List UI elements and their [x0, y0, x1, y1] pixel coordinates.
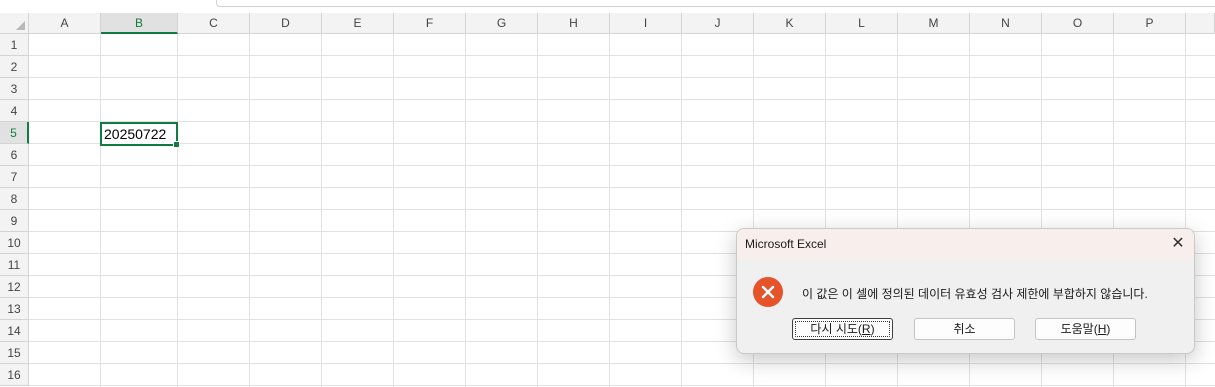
- gridline-vertical: [681, 34, 682, 387]
- row-header-15[interactable]: 15: [0, 342, 29, 364]
- row-header-5[interactable]: 5: [0, 122, 29, 144]
- row-header-14[interactable]: 14: [0, 320, 29, 342]
- cancel-label: 취소: [953, 322, 976, 336]
- close-icon[interactable]: ✕: [1162, 229, 1194, 259]
- select-all-triangle-icon: [16, 21, 25, 30]
- help-label: 도움말(: [1060, 322, 1098, 336]
- gridline-horizontal: [29, 99, 1215, 100]
- column-header-overflow[interactable]: [1186, 13, 1215, 34]
- column-header-e[interactable]: E: [322, 13, 394, 34]
- retry-suffix: ): [870, 322, 875, 336]
- dialog-message: 이 값은 이 셀에 정의된 데이터 유효성 검사 제한에 부합하지 않습니다.: [802, 287, 1148, 301]
- active-cell-b5[interactable]: 20250722: [100, 122, 180, 148]
- row-header-1[interactable]: 1: [0, 34, 29, 56]
- fill-handle[interactable]: [173, 141, 180, 148]
- column-header-d[interactable]: D: [250, 13, 322, 34]
- column-header-h[interactable]: H: [538, 13, 610, 34]
- row-header-4[interactable]: 4: [0, 100, 29, 122]
- column-header-o[interactable]: O: [1042, 13, 1114, 34]
- column-header-b[interactable]: B: [101, 13, 178, 34]
- formula-bar-edge[interactable]: [216, 0, 1215, 7]
- help-button[interactable]: 도움말(H): [1035, 318, 1136, 340]
- column-header-g[interactable]: G: [466, 13, 538, 34]
- row-header-8[interactable]: 8: [0, 188, 29, 210]
- column-header-c[interactable]: C: [178, 13, 250, 34]
- row-header-11[interactable]: 11: [0, 254, 29, 276]
- row-header-2[interactable]: 2: [0, 56, 29, 78]
- row-header-12[interactable]: 12: [0, 276, 29, 298]
- row-header-9[interactable]: 9: [0, 210, 29, 232]
- gridline-vertical: [177, 34, 178, 387]
- gridline-horizontal: [29, 143, 1215, 144]
- column-header-k[interactable]: K: [754, 13, 826, 34]
- gridline-vertical: [537, 34, 538, 387]
- gridline-horizontal: [29, 385, 1215, 386]
- select-all-corner[interactable]: [0, 13, 29, 34]
- column-header-a[interactable]: A: [29, 13, 101, 34]
- error-dialog: Microsoft Excel ✕ 이 값은 이 셀에 정의된 데이터 유효성 …: [736, 228, 1195, 354]
- gridline-horizontal: [29, 77, 1215, 78]
- gridline-vertical: [100, 34, 101, 387]
- gridline-vertical: [465, 34, 466, 387]
- column-header-n[interactable]: N: [970, 13, 1042, 34]
- column-header-l[interactable]: L: [826, 13, 898, 34]
- retry-mnemonic: R: [861, 322, 871, 336]
- retry-label: 다시 시도(: [810, 322, 862, 336]
- gridline-horizontal: [29, 187, 1215, 188]
- gridline-horizontal: [29, 209, 1215, 210]
- column-header-f[interactable]: F: [394, 13, 466, 34]
- column-header-m[interactable]: M: [898, 13, 970, 34]
- row-header-7[interactable]: 7: [0, 166, 29, 188]
- gridline-vertical: [393, 34, 394, 387]
- row-header-16[interactable]: 16: [0, 364, 29, 386]
- gridline-horizontal: [29, 165, 1215, 166]
- gridline-horizontal: [29, 55, 1215, 56]
- row-header-10[interactable]: 10: [0, 232, 29, 254]
- error-icon: [753, 277, 783, 307]
- dialog-titlebar[interactable]: Microsoft Excel ✕: [737, 229, 1194, 259]
- column-header-j[interactable]: J: [682, 13, 754, 34]
- dialog-title: Microsoft Excel: [745, 237, 827, 251]
- gridline-horizontal: [29, 363, 1215, 364]
- formula-bar-area: [0, 0, 1215, 13]
- column-header-i[interactable]: I: [610, 13, 682, 34]
- gridline-vertical: [249, 34, 250, 387]
- cancel-button[interactable]: 취소: [914, 318, 1015, 340]
- gridline-horizontal: [29, 121, 1215, 122]
- row-header-13[interactable]: 13: [0, 298, 29, 320]
- gridline-vertical: [321, 34, 322, 387]
- cell-value: 20250722: [104, 126, 167, 142]
- retry-button[interactable]: 다시 시도(R): [792, 318, 893, 340]
- gridline-vertical: [609, 34, 610, 387]
- row-header-6[interactable]: 6: [0, 144, 29, 166]
- row-header-3[interactable]: 3: [0, 78, 29, 100]
- column-header-p[interactable]: P: [1114, 13, 1186, 34]
- help-suffix: ): [1106, 322, 1111, 336]
